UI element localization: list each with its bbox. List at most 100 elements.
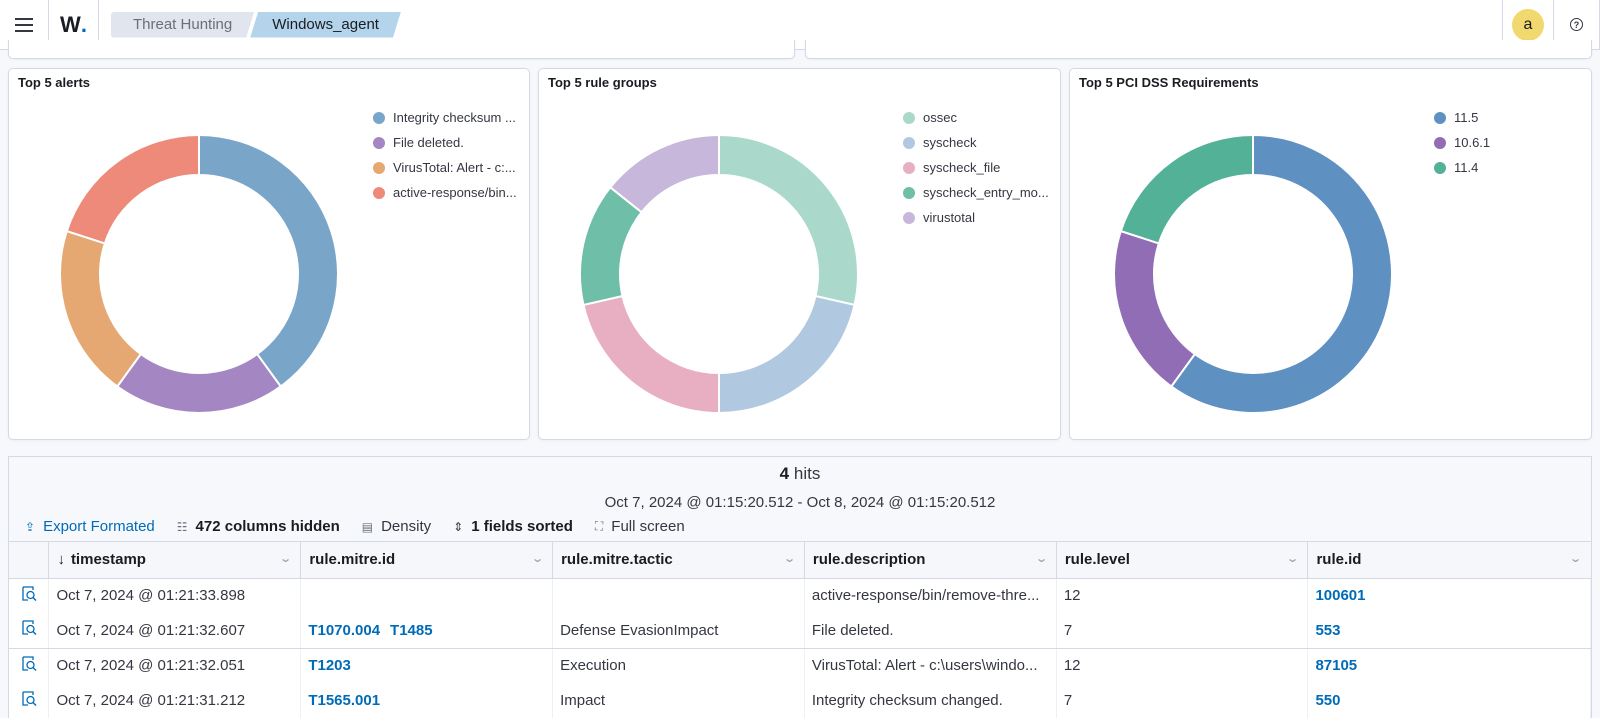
cell-rule-id-link[interactable]: 553 [1307, 613, 1591, 649]
column-header-rule-mitre-id[interactable]: rule.mitre.id ⌄ [300, 542, 554, 579]
breadcrumb-windows-agent[interactable]: Windows_agent [250, 12, 401, 38]
cell-rule-id-link[interactable]: 550 [1307, 683, 1591, 718]
chart-legend: Integrity checksum ... File deleted. Virus… [373, 105, 517, 205]
legend-item[interactable]: VirusTotal: Alert - c:... [373, 155, 517, 180]
mitre-id-link[interactable]: T1565.001 [308, 692, 380, 709]
panel-top-pci-dss: Top 5 PCI DSS Requirements 11.5 10.6.1 11.… [1069, 68, 1592, 440]
column-label: rule.level [1064, 551, 1130, 569]
chevron-down-icon[interactable]: ⌄ [1035, 552, 1048, 565]
legend-swatch [373, 136, 385, 149]
legend-label: VirusTotal: Alert - c:... [393, 160, 516, 175]
inspect-document-button[interactable] [9, 648, 50, 683]
legend-item[interactable]: 11.5 [1434, 105, 1490, 130]
columns-hidden-button[interactable]: ☷ 472 columns hidden [177, 518, 340, 535]
hits-count: 4 hits [9, 464, 1591, 484]
column-header-timestamp[interactable]: ↓ timestamp ⌄ [48, 542, 302, 579]
cell-level: 12 [1056, 578, 1309, 613]
full-screen-icon: ⛶ [594, 519, 604, 533]
legend-item[interactable]: 10.6.1 [1434, 130, 1490, 155]
chevron-down-icon[interactable]: ⌄ [1569, 552, 1582, 565]
hamburger-menu-icon [15, 17, 33, 32]
donut-slice[interactable] [1113, 229, 1197, 388]
cell-description: File deleted. [804, 613, 1057, 649]
legend-item[interactable]: syscheck_file [903, 155, 1049, 180]
legend-label: 11.5 [1454, 110, 1479, 125]
table-row[interactable]: Oct 7, 2024 @ 01:21:31.212 T1565.001 Impac… [9, 683, 1591, 718]
sort-fields-button[interactable]: ⇕ 1 fields sorted [453, 518, 573, 535]
legend-item[interactable]: syscheck_entry_mo... [903, 180, 1049, 205]
chevron-down-icon[interactable]: ⌄ [1286, 552, 1299, 565]
donut-slice[interactable] [59, 229, 143, 388]
legend-label: 10.6.1 [1454, 135, 1491, 150]
mitre-id-link[interactable]: T1203 [308, 657, 351, 674]
table-row[interactable]: Oct 7, 2024 @ 01:21:33.898 active-respons… [9, 578, 1591, 613]
column-header-rule-id[interactable]: rule.id ⌄ [1307, 542, 1591, 579]
cell-mitre-tactic [552, 578, 805, 613]
legend-item[interactable]: virustotal [903, 205, 1049, 230]
donut-slice[interactable] [1119, 133, 1254, 245]
donut-slice[interactable] [582, 294, 720, 415]
inspect-document-button[interactable] [9, 613, 50, 649]
legend-item[interactable]: 11.4 [1434, 155, 1490, 180]
legend-item[interactable]: Integrity checksum ... [373, 105, 517, 130]
discover-results: 4 hits Oct 7, 2024 @ 01:15:20.512 - Oct … [8, 456, 1592, 718]
donut-slice[interactable] [198, 133, 339, 388]
legend-label: syscheck_entry_mo... [923, 185, 1049, 200]
legend-swatch [1434, 136, 1446, 149]
export-icon: ⇪ [25, 519, 36, 534]
inspect-document-button[interactable] [9, 578, 50, 613]
donut-slice[interactable] [65, 133, 200, 245]
density-icon: ▤ [361, 519, 374, 534]
density-label: Density [381, 518, 432, 535]
cell-rule-id-link[interactable]: 100601 [1307, 578, 1591, 613]
donut-slice[interactable] [718, 133, 859, 307]
chart-legend: 11.5 10.6.1 11.4 [1434, 105, 1490, 180]
legend-item[interactable]: syscheck [903, 130, 1049, 155]
cell-mitre-tactic: Impact [552, 683, 805, 718]
export-formatted-button[interactable]: ⇪ Export Formated [25, 518, 155, 535]
sort-desc-icon: ↓ [57, 551, 65, 569]
legend-item[interactable]: ossec [903, 105, 1049, 130]
sort-icon: ⇕ [453, 519, 464, 534]
cell-timestamp: Oct 7, 2024 @ 01:21:32.607 [48, 613, 302, 649]
cell-level: 7 [1056, 613, 1309, 649]
inspect-document-button[interactable] [9, 683, 50, 718]
donut-chart-top-pci-dss [1113, 133, 1393, 414]
chevron-down-icon[interactable]: ⌄ [531, 552, 544, 565]
donut-slice[interactable] [608, 133, 720, 214]
hits-label: hits [789, 464, 821, 483]
legend-item[interactable]: active-response/bin... [373, 180, 517, 205]
mitre-id-link[interactable]: T1070.004 [308, 622, 380, 639]
panel-stub-left [8, 40, 795, 59]
breadcrumb-threat-hunting[interactable]: Threat Hunting [111, 12, 254, 38]
inspect-icon [22, 586, 37, 601]
table-row[interactable]: Oct 7, 2024 @ 01:21:32.051 T1203 Execution… [9, 648, 1591, 683]
panel-top-alerts: Top 5 alerts Integrity checksum ... File … [8, 68, 530, 440]
panel-title: Top 5 PCI DSS Requirements [1079, 75, 1259, 90]
legend-label: active-response/bin... [393, 185, 517, 200]
table-header-row: ↓ timestamp ⌄ rule.mitre.id ⌄ rule.mitre.ta… [9, 542, 1591, 579]
cell-mitre-id [300, 578, 554, 613]
column-header-rule-mitre-tactic[interactable]: rule.mitre.tactic ⌄ [552, 542, 805, 579]
chevron-down-icon[interactable]: ⌄ [279, 552, 292, 565]
donut-chart-top-rule-groups [579, 133, 859, 415]
mitre-id-link[interactable]: T1485 [390, 622, 433, 639]
column-header-rule-level[interactable]: rule.level ⌄ [1056, 542, 1309, 579]
column-label: timestamp [70, 551, 146, 569]
column-header-rule-description[interactable]: rule.description ⌄ [804, 542, 1057, 579]
cell-level: 12 [1056, 648, 1309, 683]
donut-slice[interactable] [718, 294, 856, 415]
column-label: rule.id [1316, 551, 1362, 569]
donut-slice[interactable] [115, 352, 283, 414]
chevron-down-icon[interactable]: ⌄ [783, 552, 796, 565]
table-row[interactable]: Oct 7, 2024 @ 01:21:32.607 T1070.004 T1485… [9, 613, 1591, 649]
legend-swatch [373, 186, 385, 199]
logo-dot: . [80, 11, 87, 37]
results-table: ↓ timestamp ⌄ rule.mitre.id ⌄ rule.mitre.ta… [9, 542, 1591, 718]
density-button[interactable]: ▤ Density [362, 518, 431, 535]
full-screen-button[interactable]: ⛶ Full screen [595, 518, 685, 535]
panel-title: Top 5 rule groups [548, 75, 657, 90]
cell-rule-id-link[interactable]: 87105 [1307, 648, 1591, 683]
avatar[interactable]: a [1512, 8, 1544, 41]
legend-item[interactable]: File deleted. [373, 130, 517, 155]
